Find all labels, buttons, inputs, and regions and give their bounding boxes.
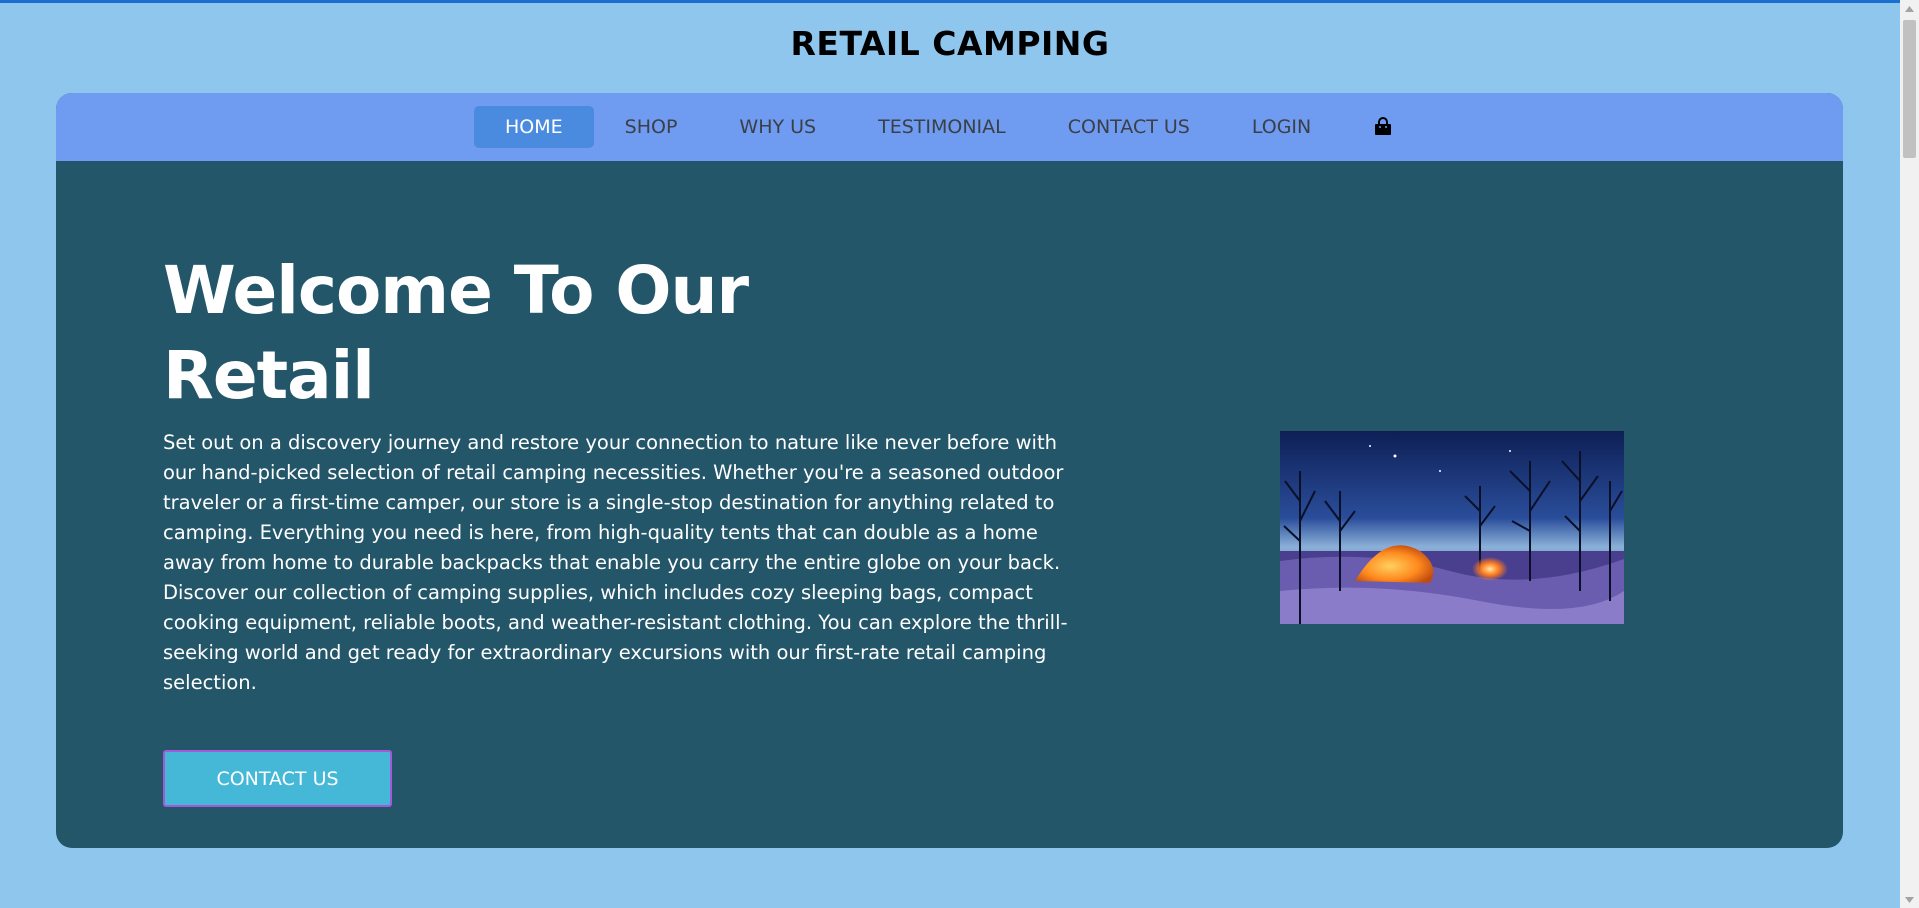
hero-card: HOME SHOP WHY US TESTIMONIAL CONTACT US … bbox=[56, 93, 1843, 848]
nav-item-testimonial[interactable]: TESTIMONIAL bbox=[847, 106, 1037, 148]
shopping-bag-icon[interactable] bbox=[1373, 117, 1393, 137]
nav-item-why-us[interactable]: WHY US bbox=[708, 106, 847, 148]
hero-title: Welcome To Our Retail bbox=[163, 252, 749, 414]
nav-item-home[interactable]: HOME bbox=[474, 106, 594, 148]
hero-description: Set out on a discovery journey and resto… bbox=[163, 431, 1068, 694]
site-title: RETAIL CAMPING bbox=[790, 24, 1110, 63]
top-accent-line bbox=[0, 0, 1900, 3]
nav-items: HOME SHOP WHY US TESTIMONIAL CONTACT US … bbox=[474, 106, 1393, 148]
scroll-up-arrow-icon[interactable] bbox=[1900, 0, 1919, 17]
camping-hero-image bbox=[1280, 431, 1624, 624]
nav-item-shop[interactable]: SHOP bbox=[594, 106, 709, 148]
scroll-down-arrow-icon[interactable] bbox=[1900, 891, 1919, 908]
nav-item-contact-us[interactable]: CONTACT US bbox=[1037, 106, 1221, 148]
scrollbar-thumb[interactable] bbox=[1903, 20, 1916, 158]
nav-item-login[interactable]: LOGIN bbox=[1221, 106, 1342, 148]
page-scrollbar[interactable] bbox=[1900, 0, 1919, 908]
contact-us-button[interactable]: CONTACT US bbox=[163, 750, 392, 807]
main-navbar: HOME SHOP WHY US TESTIMONIAL CONTACT US … bbox=[56, 93, 1843, 161]
